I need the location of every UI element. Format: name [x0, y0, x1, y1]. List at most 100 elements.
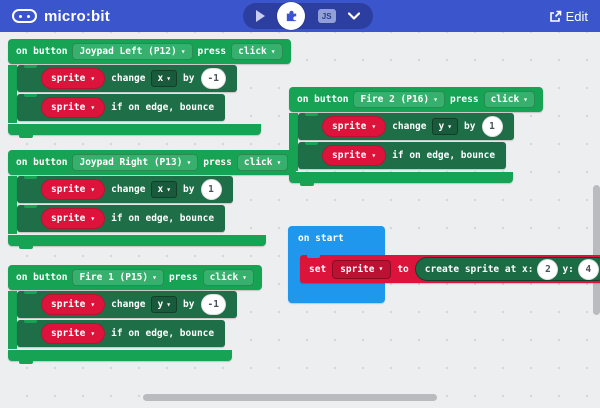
axis-dropdown[interactable]: y▾ — [151, 296, 177, 313]
dropdown-arrow-icon: ▾ — [242, 274, 247, 282]
x-value: 2 — [545, 264, 551, 275]
dropdown-arrow-icon: ▾ — [166, 75, 171, 83]
c-block-arm — [289, 113, 298, 171]
number-input[interactable]: 1 — [201, 179, 222, 200]
block-set-sprite[interactable]: set sprite▾ to create sprite at x: 2 y: … — [300, 255, 600, 283]
vertical-scrollbar[interactable] — [593, 185, 600, 315]
pin-dropdown[interactable]: Joypad Right (P13) ▾ — [72, 154, 198, 171]
number-value: -1 — [208, 299, 219, 310]
dropdown-arrow-icon: ▾ — [152, 274, 157, 282]
press-label: press — [169, 272, 198, 283]
on-button-header[interactable]: on button Joypad Left (P12)▾ press click… — [8, 39, 291, 64]
sprite-variable-pill[interactable]: sprite ▾ — [41, 97, 105, 118]
javascript-view-button[interactable]: JS — [318, 9, 336, 23]
sprite-variable-pill[interactable]: sprite▾ — [41, 68, 105, 89]
sprite-variable-pill[interactable]: sprite▾ — [322, 116, 386, 137]
number-input[interactable]: -1 — [201, 68, 226, 89]
x-number-input[interactable]: 2 — [537, 259, 558, 280]
block-sprite-change[interactable]: sprite▾ change x▾ by 1 — [17, 176, 233, 203]
block-sprite-bounce[interactable]: sprite▾ if on edge, bounce — [17, 205, 225, 232]
sprite-variable-pill[interactable]: sprite▾ — [41, 208, 105, 229]
edit-link[interactable]: Edit — [549, 9, 588, 24]
mode-dropdown[interactable]: click▾ — [203, 269, 254, 286]
sprite-label: sprite — [51, 299, 85, 310]
sprite-variable-pill[interactable]: sprite▾ — [41, 323, 105, 344]
block-sprite-change[interactable]: sprite▾ change y▾ by 1 — [298, 113, 514, 140]
axis-value: y — [438, 121, 444, 132]
block-sprite-bounce[interactable]: sprite▾ if on edge, bounce — [17, 320, 225, 347]
bounce-label: if on edge, bounce — [392, 150, 495, 161]
y-number-input[interactable]: 4 — [578, 259, 599, 280]
variable-dropdown[interactable]: sprite▾ — [332, 260, 391, 279]
block-on-button-fire-1[interactable]: on button Fire 1 (P15)▾ press click▾ spr… — [8, 265, 262, 361]
on-button-header[interactable]: on button Fire 1 (P15)▾ press click▾ — [8, 265, 262, 290]
dropdown-arrow-icon: ▾ — [433, 96, 438, 104]
change-label: change — [111, 184, 145, 195]
sprite-label: sprite — [51, 184, 85, 195]
change-label: change — [111, 299, 145, 310]
on-button-label: on button — [16, 46, 67, 57]
edit-label: Edit — [566, 9, 588, 24]
axis-dropdown[interactable]: y▾ — [432, 118, 458, 135]
blocks-view-button[interactable] — [277, 2, 305, 30]
block-on-button-joypad-right[interactable]: on button Joypad Right (P13)▾ press clic… — [8, 150, 296, 246]
microbit-logo[interactable]: micro:bit — [12, 8, 110, 25]
mode-dropdown[interactable]: click▾ — [484, 91, 535, 108]
play-icon[interactable] — [256, 10, 265, 22]
c-block-foot — [8, 350, 232, 361]
number-input[interactable]: 1 — [482, 116, 503, 137]
on-button-header[interactable]: on button Joypad Right (P13)▾ press clic… — [8, 150, 296, 175]
c-block-arm — [8, 291, 17, 349]
y-label: y: — [562, 264, 573, 275]
number-value: 1 — [489, 121, 495, 132]
pin-dropdown[interactable]: Joypad Left (P12)▾ — [72, 43, 192, 60]
dropdown-arrow-icon: ▾ — [90, 104, 95, 112]
sprite-label: sprite — [51, 328, 85, 339]
create-sprite-label: create sprite at x: — [425, 264, 534, 275]
pin-value: Joypad Right (P13) — [79, 157, 182, 168]
on-button-label: on button — [16, 157, 67, 168]
external-link-icon — [549, 10, 562, 23]
block-sprite-bounce[interactable]: sprite ▾ if on edge, bounce — [17, 94, 225, 121]
by-label: by — [183, 299, 194, 310]
block-sprite-bounce[interactable]: sprite▾ if on edge, bounce — [298, 142, 506, 169]
simulator-toolbar: JS — [243, 3, 373, 29]
mode-dropdown[interactable]: click▾ — [237, 154, 288, 171]
number-input[interactable]: -1 — [201, 294, 226, 315]
axis-dropdown[interactable]: x▾ — [151, 70, 177, 87]
by-label: by — [183, 73, 194, 84]
sprite-variable-pill[interactable]: sprite▾ — [41, 179, 105, 200]
on-button-header[interactable]: on button Fire 2 (P16)▾ press click▾ — [289, 87, 543, 112]
dropdown-arrow-icon: ▾ — [371, 152, 376, 160]
block-sprite-change[interactable]: sprite▾ change y▾ by -1 — [17, 291, 237, 318]
bounce-label: if on edge, bounce — [111, 102, 214, 113]
axis-dropdown[interactable]: x▾ — [151, 181, 177, 198]
by-label: by — [464, 121, 475, 132]
on-button-label: on button — [16, 272, 67, 283]
c-block-foot — [8, 235, 266, 246]
by-label: by — [183, 184, 194, 195]
dropdown-arrow-icon: ▾ — [186, 159, 191, 167]
mode-value: click — [210, 272, 239, 283]
sprite-label: sprite — [51, 102, 85, 113]
block-on-button-joypad-left[interactable]: on button Joypad Left (P12)▾ press click… — [8, 39, 291, 135]
dropdown-arrow-icon: ▾ — [276, 159, 281, 167]
chevron-down-icon[interactable] — [348, 12, 360, 20]
block-create-sprite[interactable]: create sprite at x: 2 y: 4 — [415, 257, 600, 281]
block-on-button-fire-2[interactable]: on button Fire 2 (P16)▾ press click▾ spr… — [289, 87, 543, 183]
block-workspace[interactable]: on button Joypad Left (P12)▾ press click… — [0, 32, 600, 408]
pin-dropdown[interactable]: Fire 1 (P15) ▾ — [72, 269, 163, 286]
sprite-variable-pill[interactable]: sprite▾ — [41, 294, 105, 315]
press-label: press — [450, 94, 479, 105]
set-label: set — [309, 264, 326, 275]
sprite-variable-pill[interactable]: sprite▾ — [322, 145, 386, 166]
number-value: 1 — [208, 184, 214, 195]
sprite-label: sprite — [51, 213, 85, 224]
horizontal-scrollbar[interactable] — [143, 394, 437, 401]
dropdown-arrow-icon: ▾ — [371, 123, 376, 131]
mode-value: click — [238, 46, 267, 57]
block-sprite-change[interactable]: sprite▾ change x▾ by -1 — [17, 65, 237, 92]
pin-dropdown[interactable]: Fire 2 (P16)▾ — [353, 91, 444, 108]
mode-dropdown[interactable]: click▾ — [231, 43, 282, 60]
pin-value: Fire 1 (P15) — [79, 272, 148, 283]
